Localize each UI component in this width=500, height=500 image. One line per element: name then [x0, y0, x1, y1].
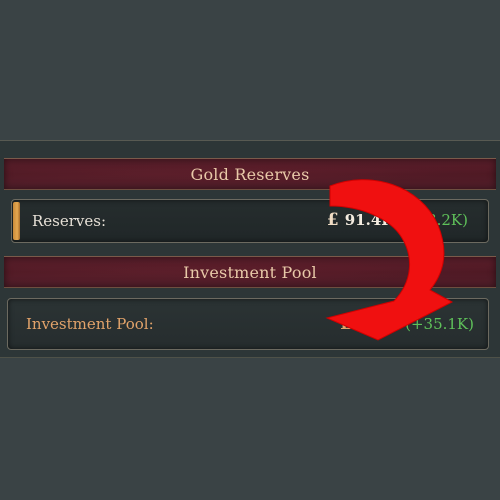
gold-reserves-title: Gold Reserves [190, 164, 310, 184]
investment-pool-title: Investment Pool [183, 262, 317, 282]
investment-pool-value: £1.0M (+35.1K) [340, 314, 474, 334]
reserves-value: £91.4K (+13.2K) [327, 210, 468, 230]
reserves-accent-bar [13, 202, 20, 240]
reserves-amount: 91.4K [344, 211, 395, 229]
gold-reserves-header: Gold Reserves [4, 158, 496, 190]
investment-pool-row[interactable]: Investment Pool: £1.0M (+35.1K) [7, 298, 489, 350]
game-screen: Gold Reserves Reserves: £91.4K (+13.2K) … [0, 0, 500, 500]
investment-pool-label: Investment Pool: [26, 315, 154, 333]
reserves-row[interactable]: Reserves: £91.4K (+13.2K) [11, 199, 489, 243]
pound-icon: £ [326, 210, 339, 230]
investment-pool-amount: 1.0M [357, 315, 401, 333]
treasury-panel: Gold Reserves Reserves: £91.4K (+13.2K) … [0, 140, 500, 358]
investment-pool-delta: (+35.1K) [405, 315, 474, 333]
reserves-delta: (+13.2K) [399, 211, 468, 229]
pound-icon: £ [339, 314, 352, 334]
reserves-label: Reserves: [32, 212, 107, 230]
investment-pool-header: Investment Pool [4, 256, 496, 288]
